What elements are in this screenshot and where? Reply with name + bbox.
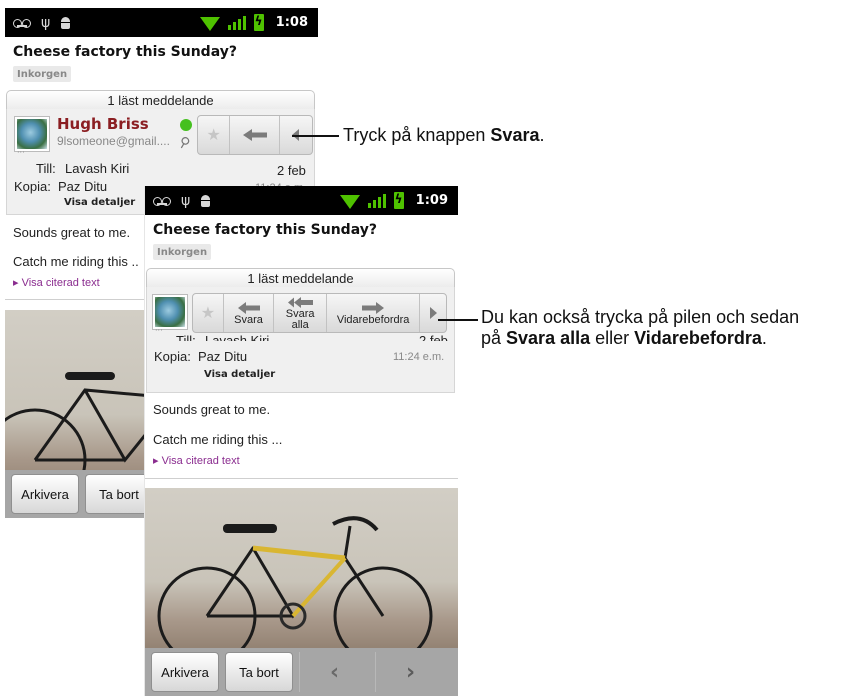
star-icon: ★: [206, 126, 221, 144]
to-label: Till:: [36, 161, 56, 176]
chevron-left-icon: ‹: [329, 659, 340, 685]
signal-icon: [227, 15, 246, 30]
message-action-buttons: ★ Svara Svara alla Vidarebefordra: [192, 293, 447, 333]
callout-reply: Tryck på knappen Svara.: [343, 125, 544, 146]
reply-all-button[interactable]: Svara alla: [273, 294, 326, 332]
expand-arrow-icon: [430, 307, 438, 319]
avatar[interactable]: ···: [15, 117, 49, 157]
message-subject: Cheese factory this Sunday?: [13, 44, 237, 60]
callout-line-more: [438, 319, 478, 321]
android-debug-icon: [200, 194, 211, 207]
usb-icon: ψ: [41, 14, 51, 31]
android-debug-icon: [60, 16, 71, 29]
to-value: Lavash Kiri: [65, 161, 130, 176]
sender-name: Hugh Briss: [57, 115, 149, 133]
voicemail-icon: [153, 196, 171, 206]
star-button[interactable]: ★: [198, 116, 229, 154]
avatar[interactable]: ···: [153, 295, 187, 335]
callout-more-mid: eller: [590, 328, 635, 348]
cc-value: Paz Ditu: [198, 349, 248, 364]
wifi-icon: [199, 15, 220, 31]
forward-icon: [362, 301, 385, 314]
callout-reply-text: Tryck på knappen: [343, 125, 491, 145]
cc-label: Kopia:: [154, 349, 191, 364]
wifi-icon: [339, 193, 360, 209]
view-details-link[interactable]: Visa detaljer: [64, 197, 135, 208]
view-details-link[interactable]: Visa detaljer: [204, 369, 275, 380]
callout-more: Du kan också trycka på pilen och sedan p…: [481, 307, 799, 349]
show-quoted-text-link[interactable]: ▸ Visa citerad text: [13, 276, 100, 289]
read-messages-bar[interactable]: 1 läst meddelande: [6, 90, 315, 110]
callout-more-bold1: Svara alla: [506, 328, 591, 348]
reply-icon: [242, 129, 267, 141]
paperclip-icon: ⚲: [175, 133, 193, 153]
message-date: 2 feb: [277, 163, 306, 178]
callout-more-end: .: [761, 328, 767, 348]
reply-label: Svara: [234, 313, 263, 326]
bicycle-photo[interactable]: [145, 488, 458, 658]
divider: [145, 478, 458, 479]
usb-icon: ψ: [181, 192, 191, 209]
to-value: Lavash Kiri: [205, 333, 270, 341]
reply-button[interactable]: [229, 116, 278, 154]
cc-label: Kopia:: [14, 179, 51, 194]
sender-email: 9lsomeone@gmail....: [57, 134, 170, 148]
reply-all-label: Svara alla: [285, 307, 315, 331]
bottom-action-bar: Arkivera Ta bort ‹ ›: [145, 648, 458, 696]
voicemail-icon: [13, 18, 31, 28]
body-line-1: Sounds great to me.: [153, 402, 271, 417]
label-tag[interactable]: Inkorgen: [153, 244, 212, 260]
battery-charging-icon: [393, 192, 404, 209]
forward-label: Vidarebefordra: [336, 313, 410, 326]
reply-all-icon: [288, 296, 314, 308]
clock: 1:08: [275, 15, 308, 30]
callout-reply-bold: Svara: [490, 125, 540, 145]
read-messages-bar[interactable]: 1 läst meddelande: [146, 268, 455, 288]
reply-icon: [237, 301, 260, 314]
callout-more-line2: på Svara alla eller Vidarebefordra.: [481, 328, 799, 349]
signal-icon: [367, 193, 386, 208]
bicycle-image: [157, 516, 433, 658]
more-actions-button[interactable]: [419, 294, 446, 332]
callout-more-pre: på: [481, 328, 507, 348]
message-subject: Cheese factory this Sunday?: [153, 222, 377, 238]
message-date: 2 feb: [419, 333, 448, 341]
callout-more-line1: Du kan också trycka på pilen och sedan: [481, 307, 800, 327]
clock: 1:09: [415, 193, 448, 208]
previous-message-button[interactable]: ‹: [299, 652, 369, 692]
delete-button[interactable]: Ta bort: [225, 652, 293, 692]
to-label: Till:: [176, 333, 196, 341]
chevron-right-icon: ›: [405, 659, 416, 685]
callout-reply-end: .: [539, 125, 545, 145]
status-bar: ψ 1:09: [145, 186, 458, 215]
delete-button[interactable]: Ta bort: [85, 474, 153, 514]
presence-icon: [180, 119, 192, 131]
forward-button[interactable]: Vidarebefordra: [326, 294, 419, 332]
callout-line-reply: [292, 135, 339, 137]
body-line-1: Sounds great to me.: [13, 225, 131, 240]
message-time: 11:24 e.m.: [393, 351, 445, 363]
body-line-2: Catch me riding this ..: [13, 254, 139, 269]
message-header: ··· ★ Svara Svara alla Vidarebefordra Ti…: [146, 287, 455, 393]
label-tag[interactable]: Inkorgen: [13, 66, 72, 82]
archive-button[interactable]: Arkivera: [151, 652, 219, 692]
battery-charging-icon: [253, 14, 264, 31]
cc-value: Paz Ditu: [58, 179, 108, 194]
archive-button[interactable]: Arkivera: [11, 474, 79, 514]
star-button[interactable]: ★: [193, 294, 223, 332]
status-bar: ψ 1:08: [5, 8, 318, 37]
callout-more-bold2: Vidarebefordra: [634, 328, 762, 348]
phone-screen-front: ψ 1:09 Cheese factory this Sunday? Inkor…: [145, 186, 458, 696]
star-icon: ★: [200, 304, 216, 322]
body-line-2: Catch me riding this ...: [153, 432, 283, 447]
show-quoted-text-link[interactable]: ▸ Visa citerad text: [153, 454, 240, 467]
reply-button[interactable]: Svara: [222, 294, 274, 332]
next-message-button[interactable]: ›: [375, 652, 445, 692]
